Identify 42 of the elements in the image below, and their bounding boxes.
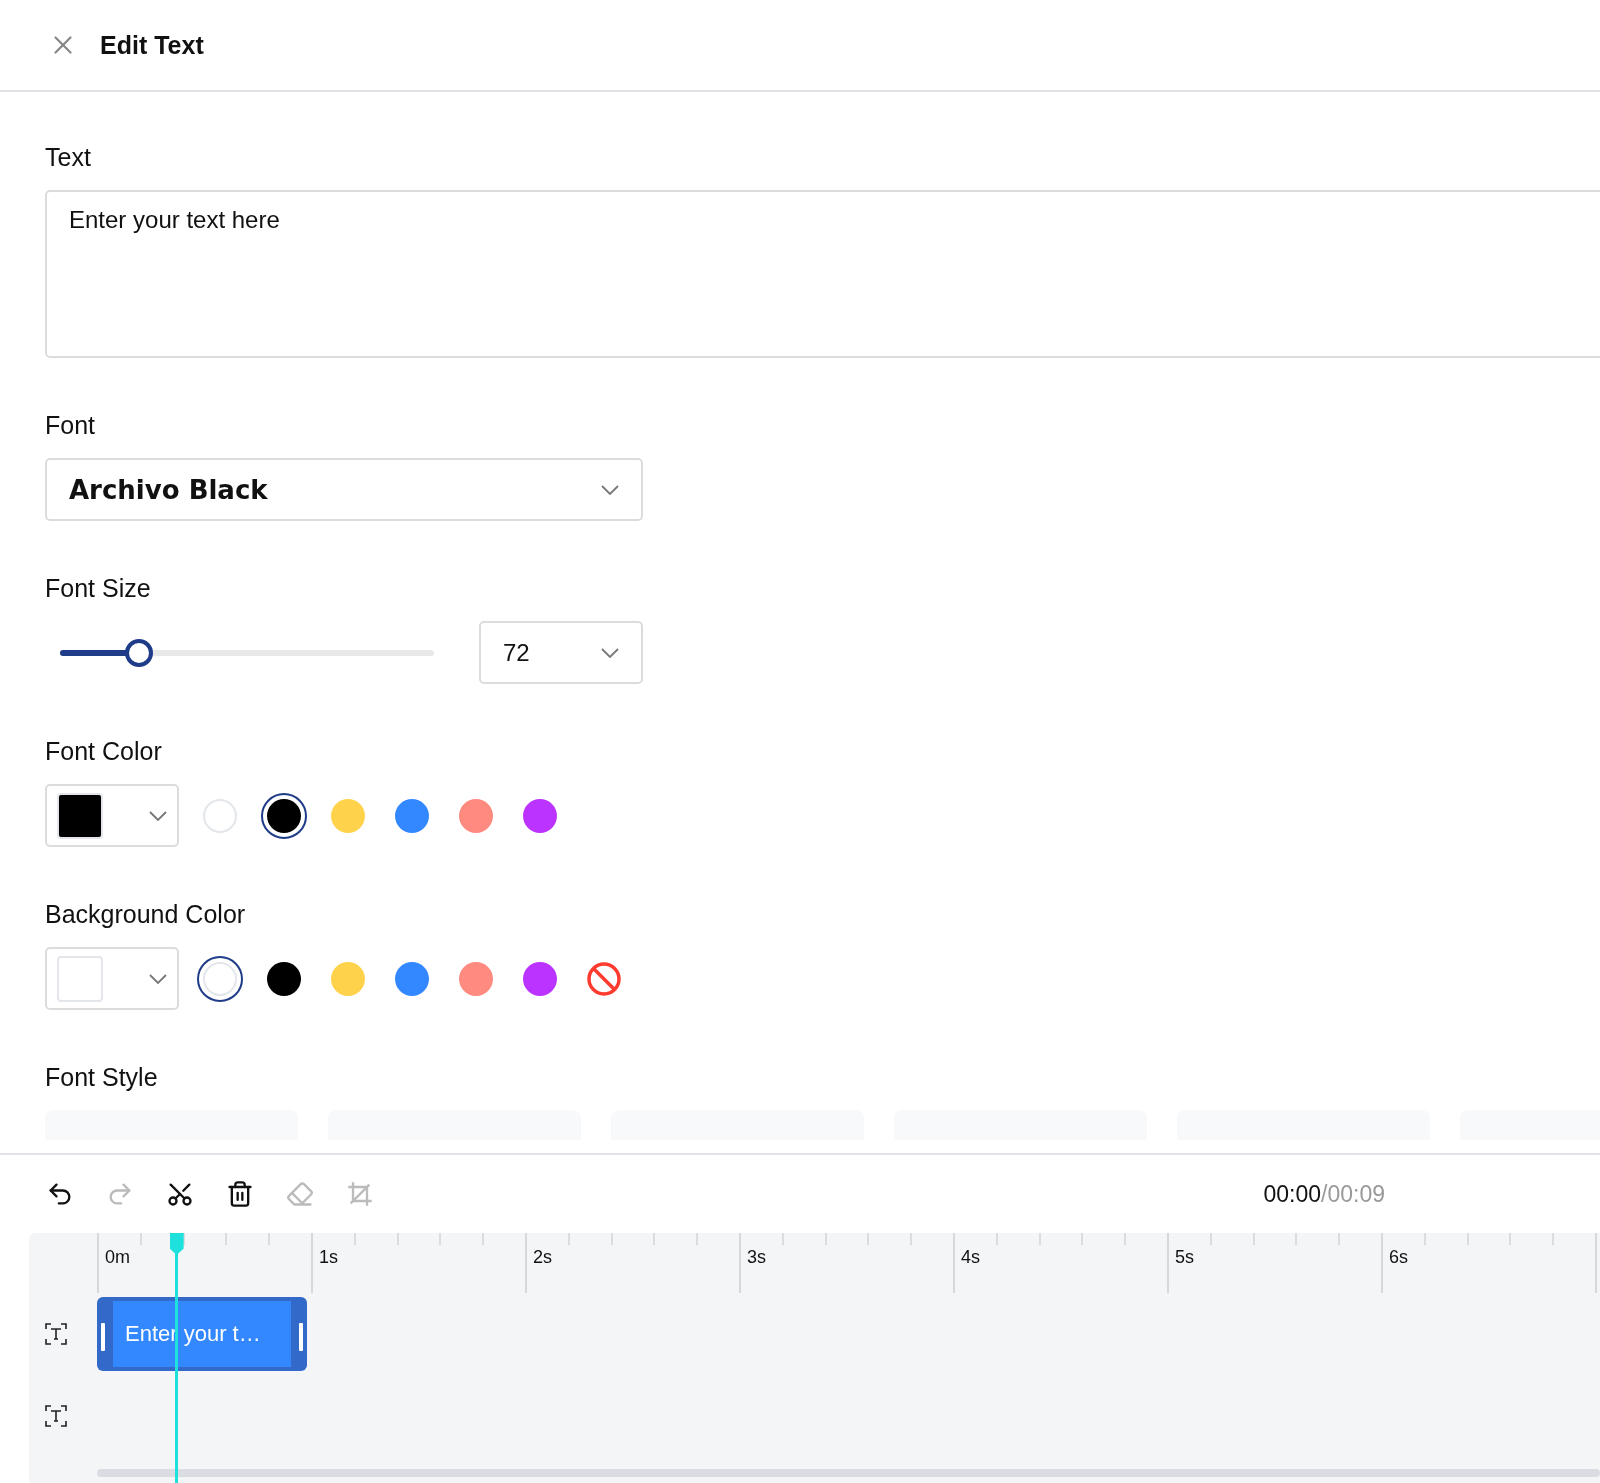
clip-handle[interactable] (299, 1323, 303, 1351)
font-size-select[interactable]: 72 (479, 621, 643, 684)
ruler-label: 4s (961, 1247, 980, 1268)
trash-icon (226, 1180, 254, 1208)
scissors-icon (166, 1180, 194, 1208)
color-preview (57, 792, 103, 839)
chevron-down-icon (149, 973, 167, 984)
current-time: 00:00 (1263, 1180, 1322, 1208)
color-picker[interactable] (45, 784, 179, 847)
font-select[interactable]: Archivo Black (45, 458, 643, 521)
clip-label: Enter your t… (125, 1321, 261, 1347)
color-picker[interactable] (45, 947, 179, 1010)
panel-title: Edit Text (100, 30, 204, 60)
ruler-label: 2s (533, 1247, 552, 1268)
field-label: Font Style (45, 1062, 159, 1092)
scrollbar[interactable] (97, 1469, 1600, 1477)
ruler-label: 1s (319, 1247, 338, 1268)
clip-handle[interactable] (101, 1323, 105, 1351)
field-label: Font Color (45, 736, 163, 766)
text-track-icon (44, 1322, 68, 1346)
slider-thumb[interactable] (124, 638, 153, 667)
color-preview (57, 955, 103, 1002)
ruler-label: 6s (1389, 1247, 1408, 1268)
color-swatch[interactable] (261, 792, 307, 839)
ruler-label: 0m (105, 1247, 130, 1268)
field-label: Background Color (45, 899, 247, 929)
ruler-label: 5s (1175, 1247, 1194, 1268)
chevron-down-icon (601, 647, 619, 658)
chevron-down-icon (149, 810, 167, 821)
color-swatch[interactable] (197, 955, 243, 1002)
no-color-icon (586, 960, 622, 997)
ruler-label: 3s (747, 1247, 766, 1268)
field-label: Text (45, 142, 92, 172)
total-time: 00:09 (1327, 1180, 1385, 1208)
chevron-down-icon (601, 484, 619, 495)
eraser-icon (286, 1180, 314, 1208)
field-label: Font (45, 410, 97, 440)
text-input-field[interactable]: Enter your text here (45, 190, 1600, 358)
text-track-icon (44, 1404, 68, 1428)
time-separator: / (1321, 1180, 1328, 1208)
field-label: Font Size (45, 573, 152, 603)
crop-icon (346, 1180, 374, 1208)
